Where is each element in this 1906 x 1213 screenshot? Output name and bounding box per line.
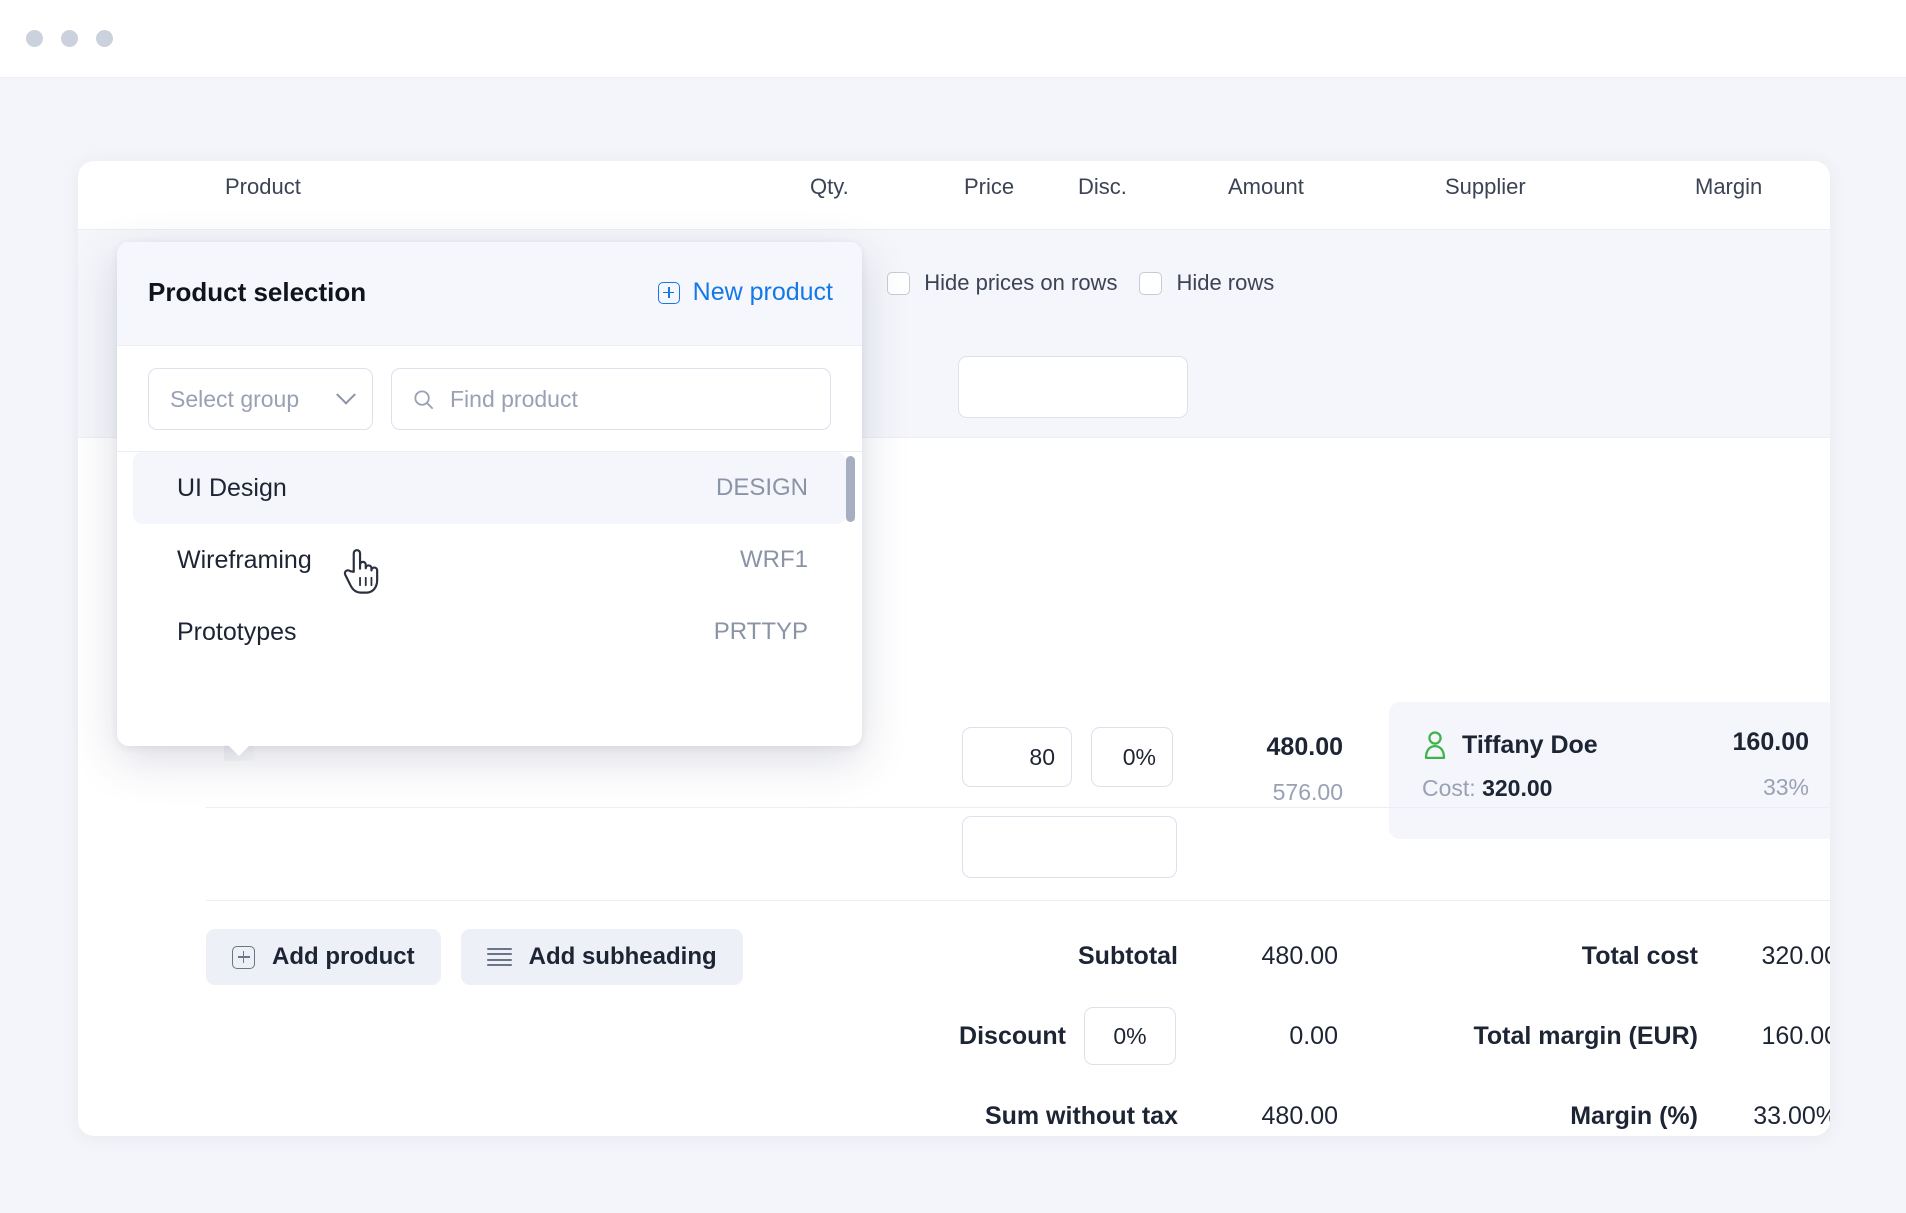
- search-input[interactable]: [450, 385, 810, 413]
- popover-arrow: [224, 745, 254, 761]
- column-header-margin: Margin: [1695, 174, 1763, 199]
- popover-header: Product selection New product: [117, 242, 862, 346]
- total-discount-input[interactable]: 0%: [1084, 1007, 1176, 1065]
- totals-value: 160.00: [1761, 1021, 1830, 1050]
- supplier-cost-value: 320.00: [1482, 775, 1553, 801]
- totals-value: 0.00: [1289, 1021, 1338, 1050]
- column-header-supplier: Supplier: [1445, 174, 1526, 199]
- column-header-product: Product: [225, 174, 301, 199]
- row-divider: [206, 900, 1830, 901]
- supplier-identity: Tiffany Doe: [1422, 730, 1598, 760]
- popover-filters: Select group: [117, 346, 862, 452]
- column-header-disc: Disc.: [1078, 174, 1127, 199]
- price-input[interactable]: 80: [962, 727, 1072, 787]
- totals-row-sum-without-tax: Sum without tax 480.00: [898, 1076, 1338, 1136]
- checkbox-label: Hide rows: [1176, 270, 1275, 295]
- row-divider: [206, 807, 1830, 808]
- chevron-down-icon: [336, 384, 356, 405]
- supplier-cell[interactable]: Tiffany Doe Cost: 320.00 160.00 33%: [1389, 702, 1830, 839]
- add-subheading-button[interactable]: Add subheading: [460, 929, 743, 985]
- discount-input[interactable]: 0%: [1091, 727, 1173, 787]
- select-group-label: Select group: [170, 385, 300, 412]
- checkbox-hide-rows[interactable]: Hide rows: [1139, 270, 1274, 296]
- add-product-button[interactable]: Add product: [206, 929, 441, 985]
- new-product-label: New product: [692, 278, 833, 306]
- product-list-scrollbar[interactable]: [846, 456, 855, 522]
- row-margin-value: 160.00: [1732, 728, 1809, 756]
- plus-square-icon: [232, 945, 255, 969]
- column-header-price: Price: [964, 174, 1015, 199]
- supplier-cost: Cost: 320.00: [1422, 775, 1552, 802]
- checkbox-hide-prices-on-rows[interactable]: Hide prices on rows: [887, 270, 1117, 296]
- totals-label: Total margin (EUR): [1473, 1021, 1698, 1050]
- product-name: Prototypes: [177, 617, 297, 646]
- totals-row-total-margin: Total margin (EUR) 160.00: [1358, 996, 1830, 1076]
- totals-value: 480.00: [1261, 941, 1338, 970]
- supplier-name: Tiffany Doe: [1462, 730, 1598, 759]
- find-product-field[interactable]: [391, 368, 831, 430]
- table-header: Product Qty. Price Disc. Amount Supplier…: [78, 161, 1830, 229]
- totals-value: 320.00: [1761, 941, 1830, 970]
- second-row-input[interactable]: [962, 816, 1177, 878]
- product-code: DESIGN: [715, 474, 808, 501]
- window-dot-close[interactable]: [26, 30, 43, 47]
- product-list: UI Design DESIGN Wireframing WRF1 Protot…: [117, 452, 862, 746]
- row-amount-with-tax: 576.00: [1272, 779, 1343, 805]
- plus-square-icon: [657, 281, 680, 304]
- select-group-dropdown[interactable]: Select group: [148, 368, 373, 430]
- totals-row-margin-percent: Margin (%) 33.00%: [1358, 1076, 1830, 1136]
- toolbar-checkbox-group: es Hide prices on rows Hide rows: [838, 270, 1274, 296]
- product-list-item-ui-design[interactable]: UI Design DESIGN: [133, 452, 846, 524]
- row-amount-value: 480.00: [1266, 733, 1343, 761]
- product-list-item-prototypes[interactable]: Prototypes PRTTYP: [133, 596, 846, 668]
- window-controls: [26, 30, 113, 47]
- product-name: UI Design: [177, 473, 287, 502]
- add-subheading-label: Add subheading: [528, 943, 717, 970]
- totals-summary-right: Total cost 320.00 Total margin (EUR) 160…: [1358, 916, 1830, 1136]
- totals-label: Margin (%): [1570, 1101, 1698, 1130]
- totals-value: 33.00%: [1753, 1101, 1830, 1130]
- popover-title: Product selection: [148, 277, 367, 307]
- window-dot-maximize[interactable]: [96, 30, 113, 47]
- search-icon: [414, 389, 434, 409]
- checkbox-label: Hide prices on rows: [924, 270, 1118, 295]
- totals-row-subtotal: Subtotal 480.00: [898, 916, 1338, 996]
- product-code: PRTTYP: [713, 618, 808, 645]
- row-margin-percent: 33%: [1762, 774, 1809, 800]
- column-header-qty: Qty.: [810, 174, 849, 199]
- person-icon: [1424, 731, 1446, 759]
- checkbox-box-icon[interactable]: [887, 271, 911, 295]
- product-list-item-wireframing[interactable]: Wireframing WRF1: [133, 524, 846, 596]
- supplier-cost-label: Cost:: [1422, 775, 1476, 801]
- totals-row-total-cost: Total cost 320.00: [1358, 916, 1830, 996]
- totals-row-discount: Discount 0% 0.00: [898, 996, 1338, 1076]
- product-name: Wireframing: [177, 545, 312, 574]
- list-lines-icon: [486, 947, 512, 967]
- window-dot-minimize[interactable]: [61, 30, 78, 47]
- totals-summary-left: Subtotal 480.00 Discount 0% 0.00 Sum wit…: [898, 916, 1338, 1136]
- product-selection-popover: Product selection New product Select gro…: [117, 242, 862, 746]
- row-actions: Add product Add subheading: [206, 929, 743, 985]
- toolbar-text-input[interactable]: [958, 356, 1188, 418]
- window-title-bar: [0, 0, 1906, 78]
- totals-label: Total cost: [1581, 941, 1698, 970]
- product-code: WRF1: [740, 546, 808, 573]
- column-header-amount: Amount: [1228, 174, 1304, 199]
- totals-label: Sum without tax: [984, 1101, 1178, 1130]
- totals-value: 480.00: [1261, 1101, 1338, 1130]
- new-product-button[interactable]: New product: [657, 278, 833, 307]
- add-product-label: Add product: [272, 943, 415, 970]
- checkbox-box-icon[interactable]: [1139, 271, 1163, 295]
- totals-label: Subtotal: [1078, 941, 1178, 970]
- totals-label: Discount: [959, 1021, 1066, 1050]
